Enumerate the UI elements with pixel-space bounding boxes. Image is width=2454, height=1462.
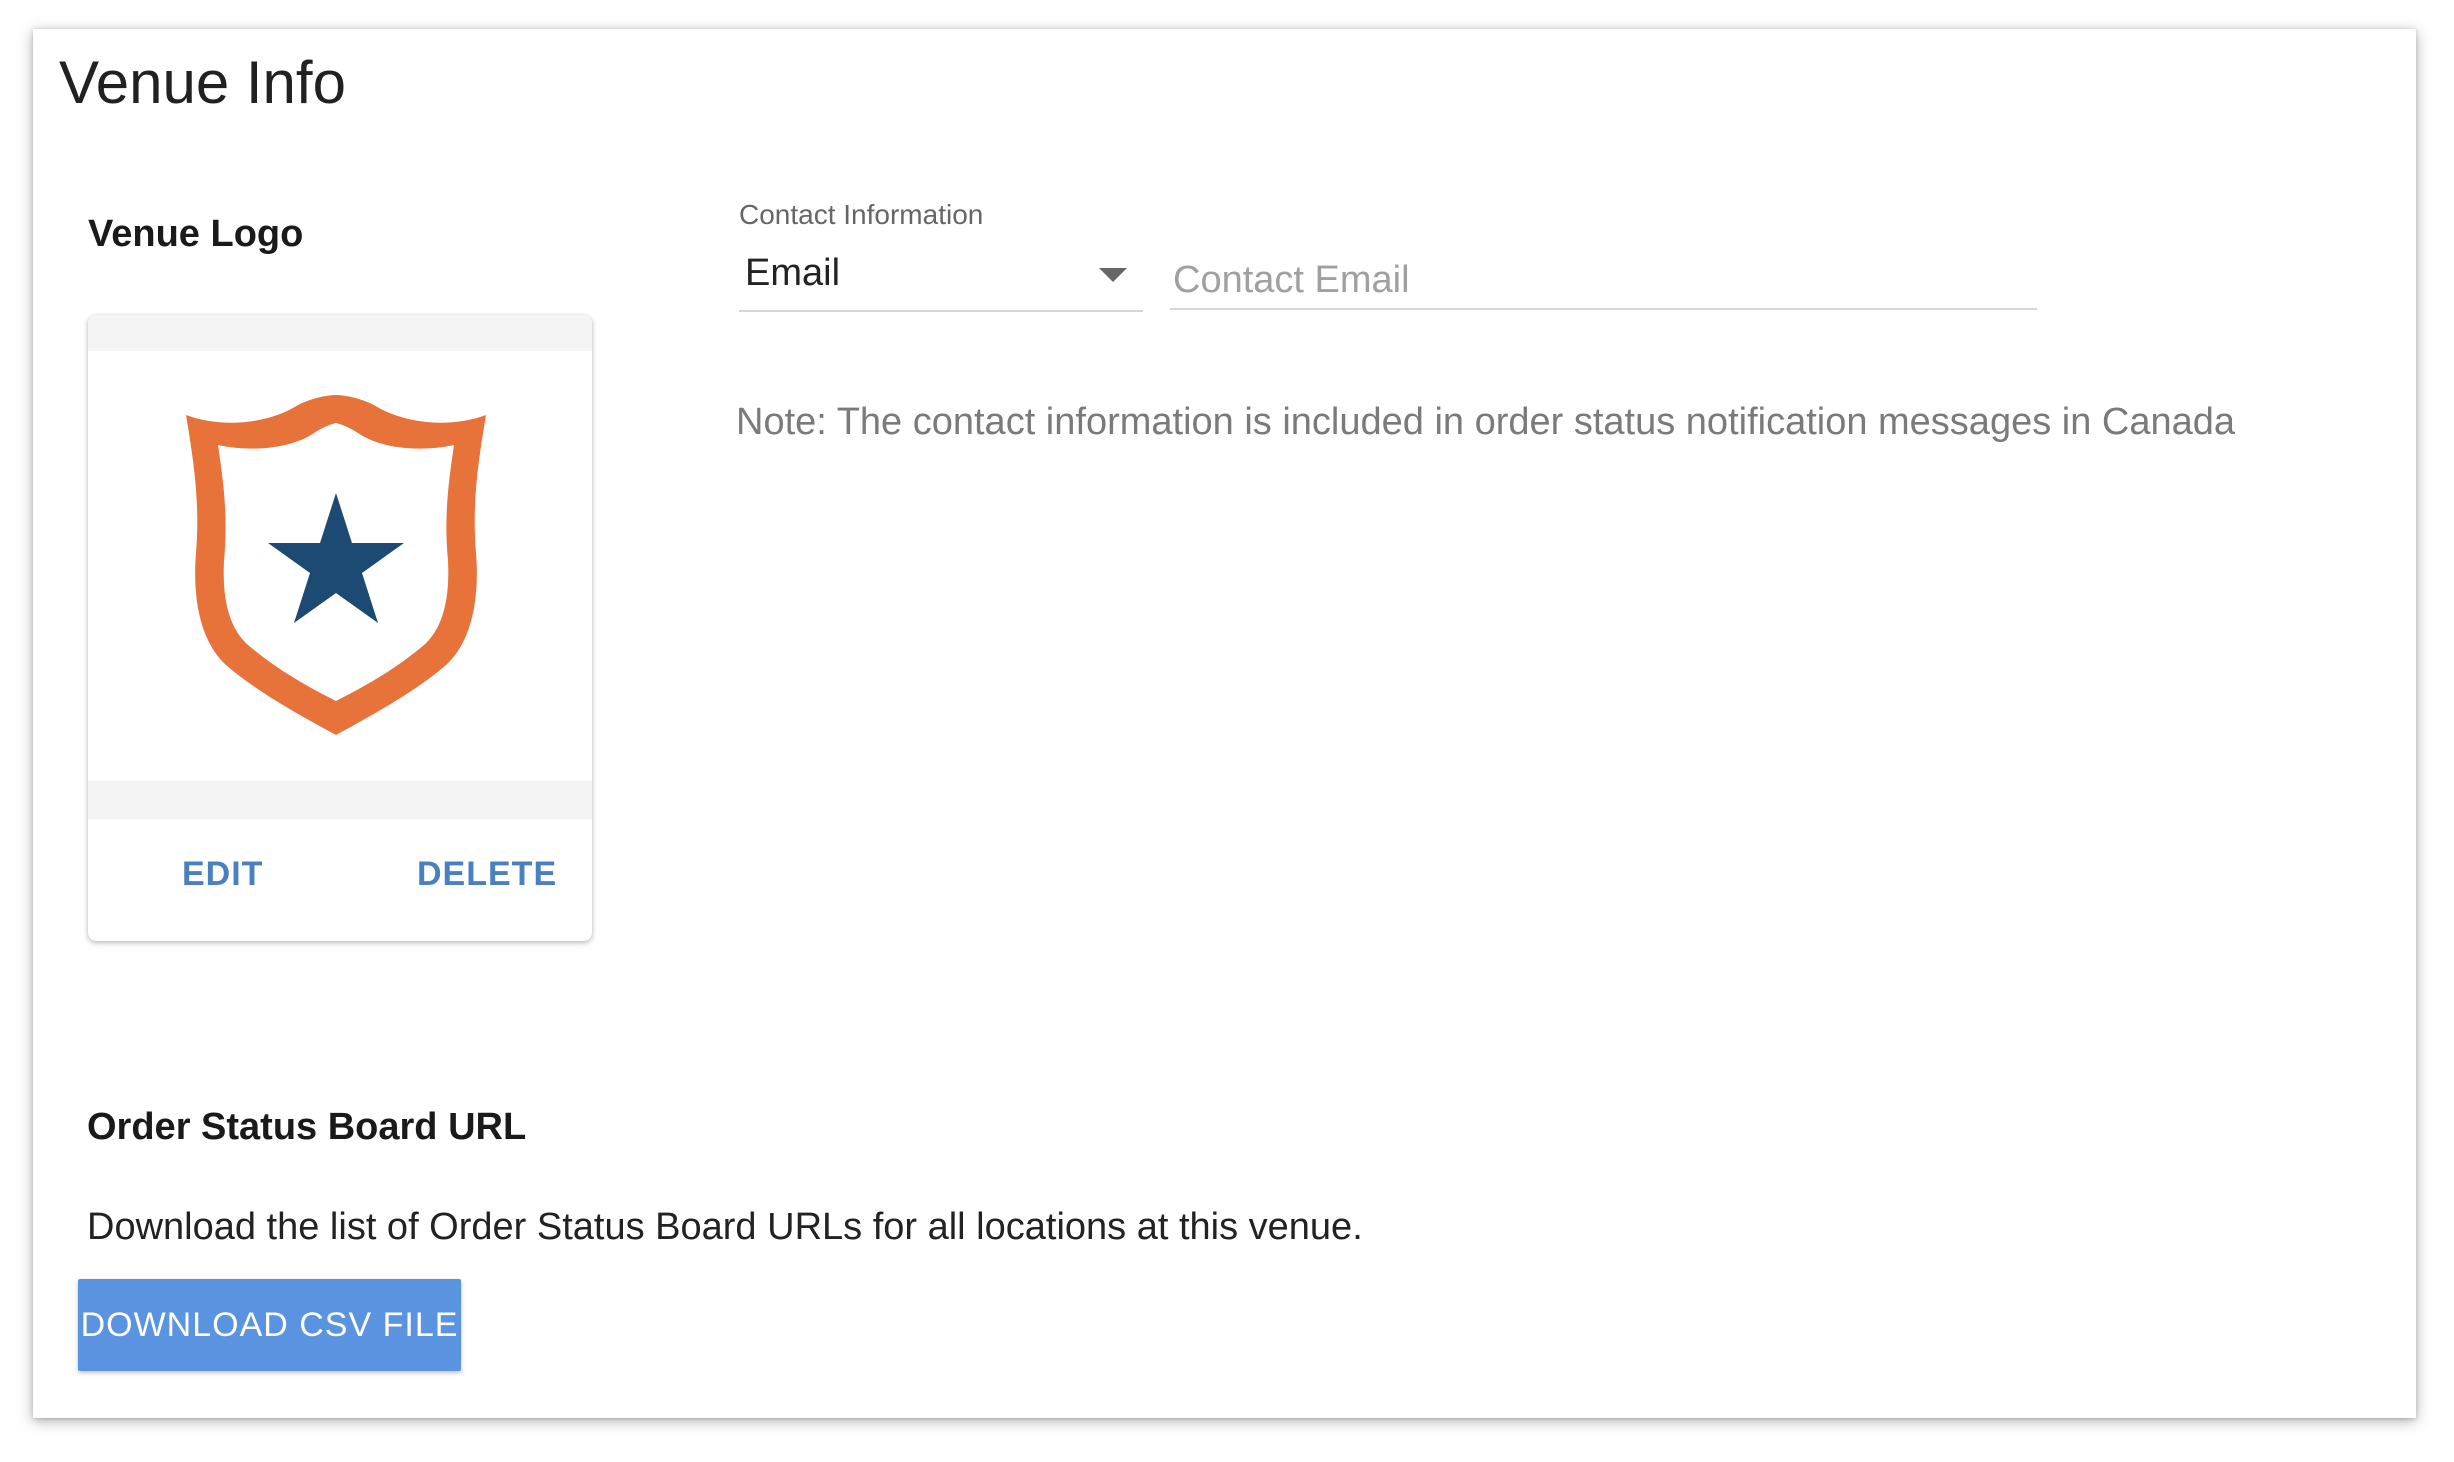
logo-card-actions: EDIT DELETE — [88, 819, 592, 941]
venue-logo-heading: Venue Logo — [88, 213, 304, 255]
order-status-board-heading: Order Status Board URL — [87, 1106, 527, 1148]
contact-information-label: Contact Information — [739, 199, 984, 230]
delete-logo-button[interactable]: DELETE — [417, 855, 557, 894]
download-csv-button[interactable]: DOWNLOAD CSV FILE — [78, 1279, 461, 1371]
contact-type-value: Email — [745, 252, 841, 294]
contact-email-input[interactable] — [1170, 244, 2037, 310]
order-status-board-description: Download the list of Order Status Board … — [87, 1206, 1363, 1248]
chevron-down-icon — [1099, 268, 1127, 282]
venue-info-card: Venue Info Venue Logo EDIT DELETE Contac… — [33, 29, 2416, 1418]
edit-logo-button[interactable]: EDIT — [182, 855, 263, 894]
page-title: Venue Info — [59, 49, 346, 116]
logo-image-frame — [88, 351, 592, 781]
logo-preview — [88, 315, 592, 819]
contact-note: Note: The contact information is include… — [736, 401, 2236, 443]
contact-type-select[interactable]: Email — [739, 244, 1143, 312]
venue-logo-card: EDIT DELETE — [88, 315, 592, 941]
shield-star-icon — [186, 395, 486, 735]
